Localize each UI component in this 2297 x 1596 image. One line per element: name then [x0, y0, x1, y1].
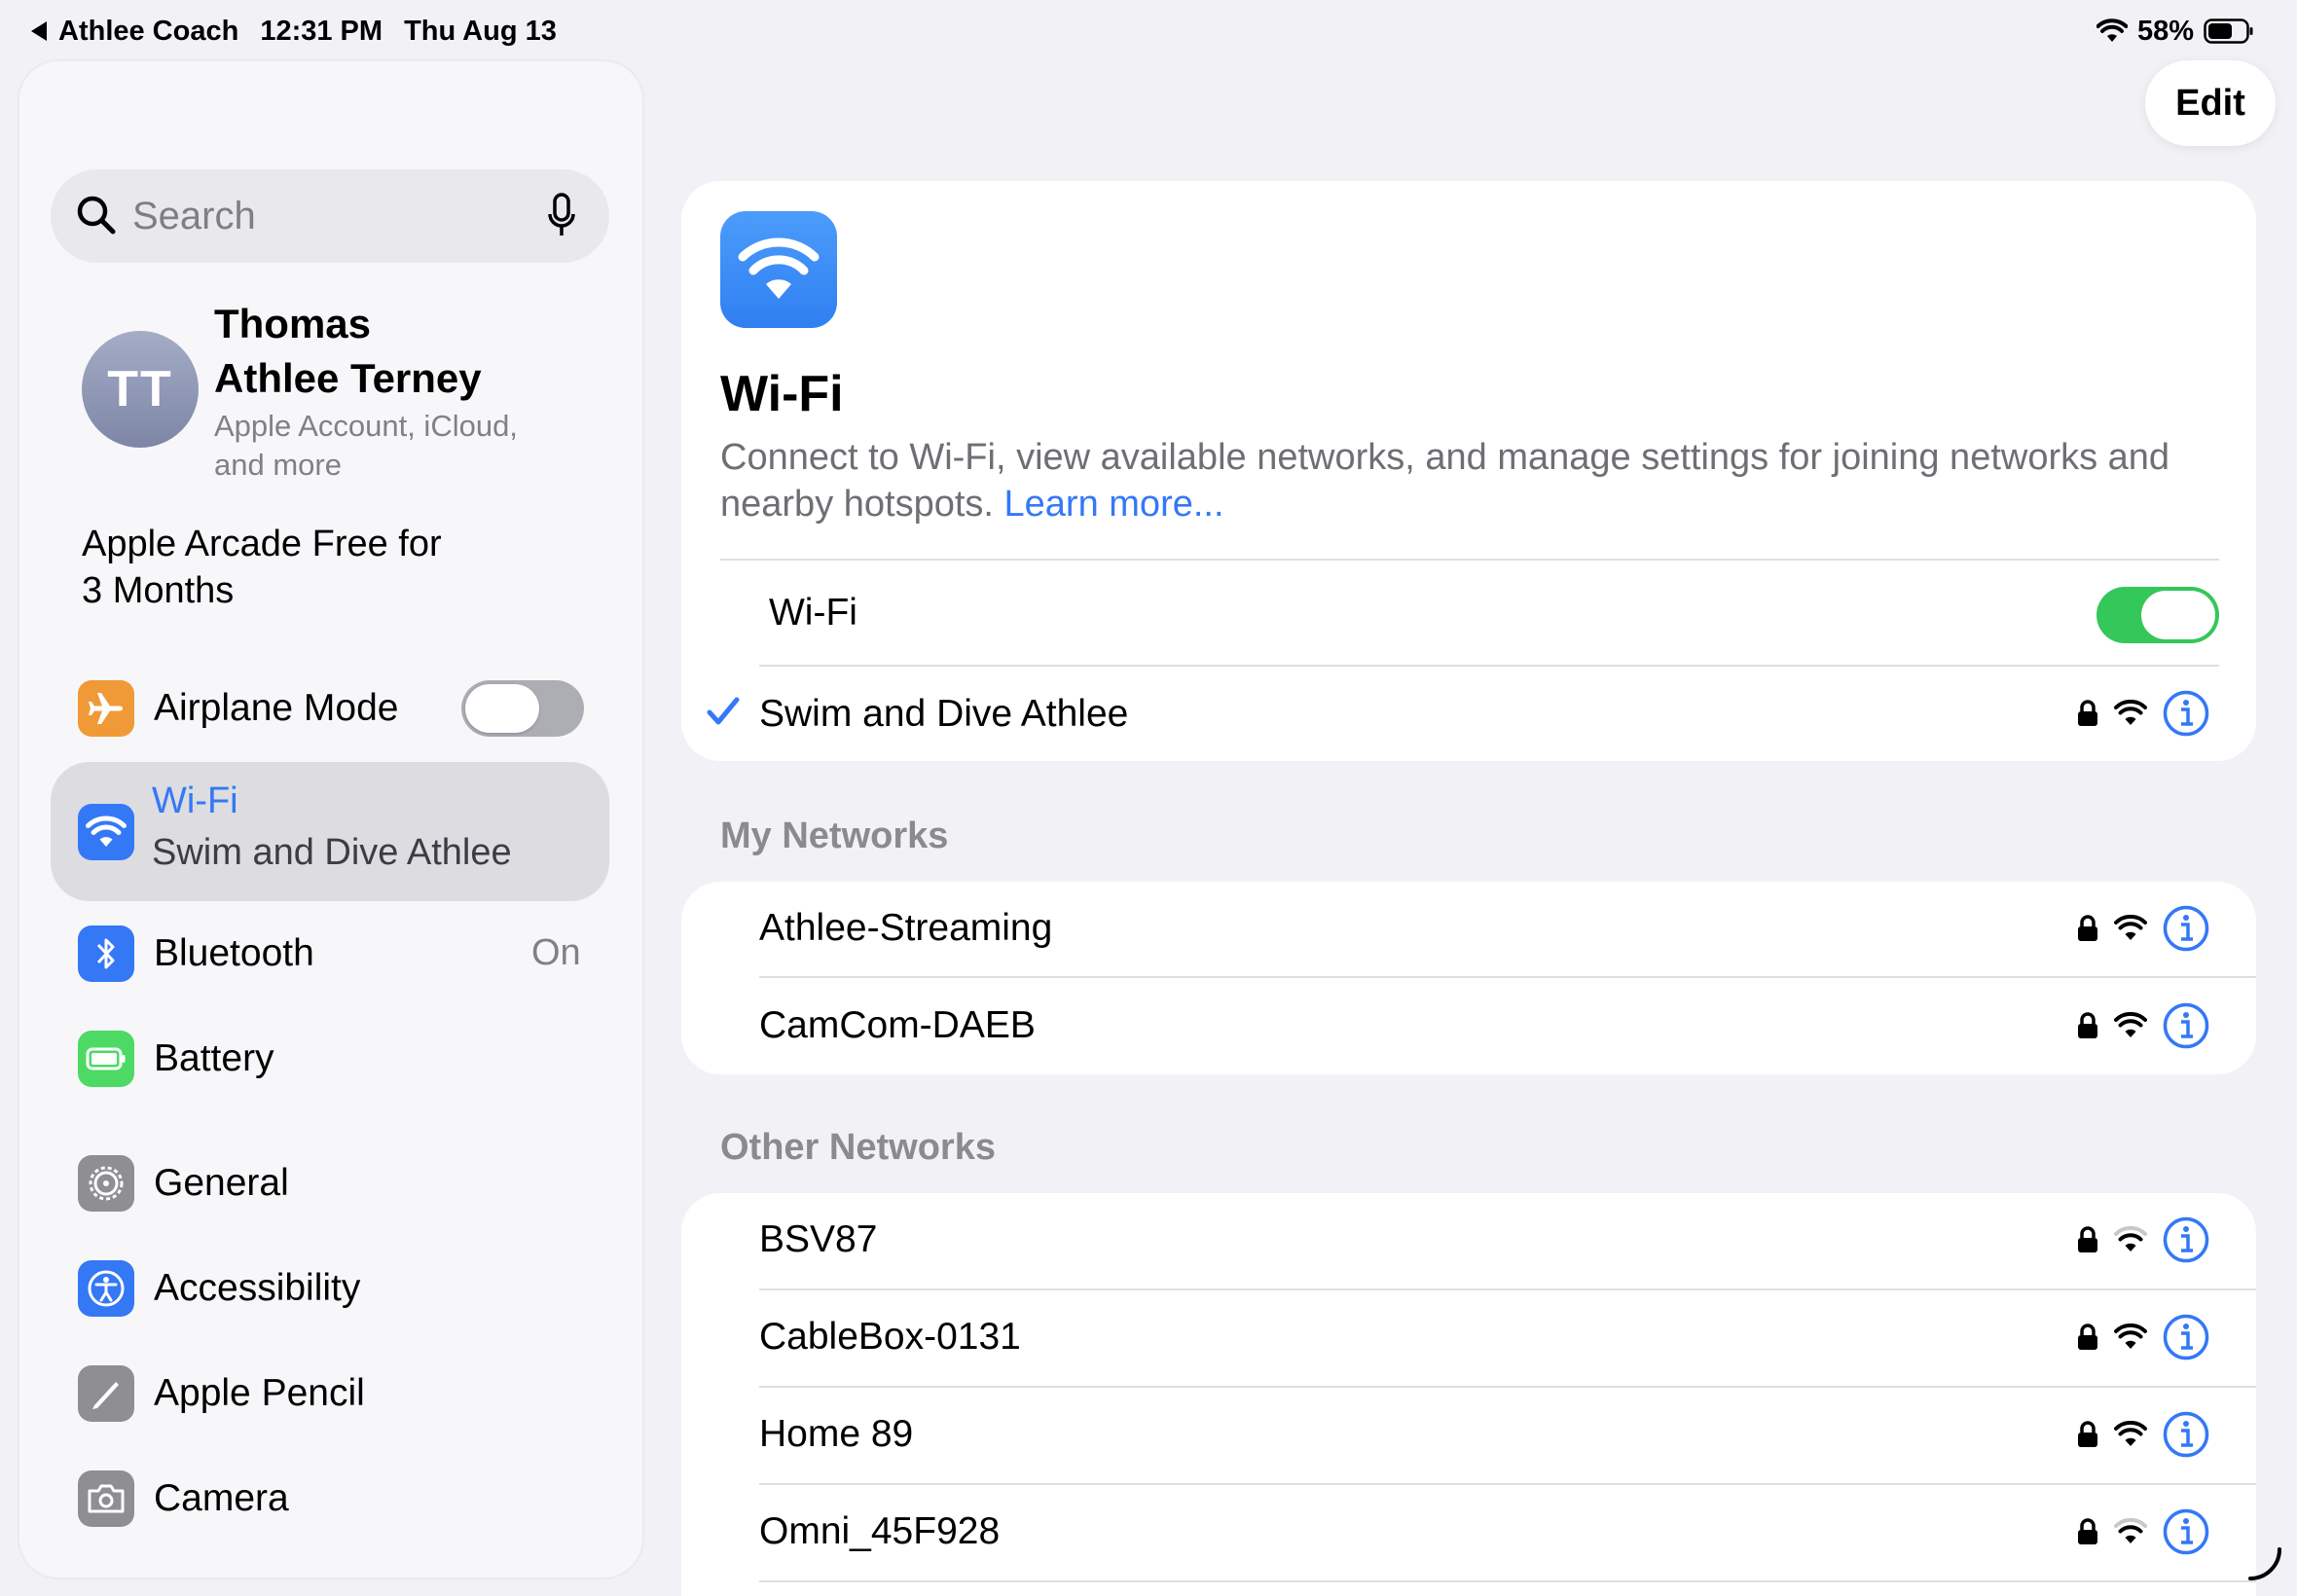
profile-subtitle: Apple Account, iCloud, and more [214, 409, 518, 482]
sidebar-item-accessibility[interactable]: Accessibility [78, 1250, 603, 1327]
apple-arcade-promo[interactable]: Apple Arcade Free for 3 Months [82, 521, 588, 614]
sidebar-item-label: General [154, 1162, 289, 1204]
network-name: Athlee-Streaming [759, 907, 1053, 949]
my-networks-header: My Networks [720, 816, 949, 856]
lock-icon [2077, 1324, 2098, 1351]
avatar[interactable]: TT [82, 331, 199, 448]
sidebar-item-camera[interactable]: Camera [78, 1460, 603, 1538]
connected-network-name: Swim and Dive Athlee [759, 693, 1129, 735]
network-icons [2077, 1314, 2209, 1360]
battery-percent: 58% [2136, 15, 2194, 47]
wifi-toggle-label: Wi-Fi [769, 592, 857, 634]
battery-status-icon [2204, 18, 2254, 44]
sidebar-item-label: Apple Pencil [154, 1372, 365, 1414]
status-bar-left: Athlee Coach 12:31 PM Thu Aug 13 [31, 12, 557, 51]
battery-icon [78, 1031, 134, 1087]
network-icons [2077, 1002, 2209, 1049]
airplane-icon [78, 680, 134, 737]
back-app-label[interactable]: Athlee Coach [58, 16, 238, 48]
network-name: BSV87 [759, 1218, 878, 1260]
wifi-icon [78, 804, 134, 860]
bluetooth-icon [78, 925, 134, 982]
microphone-icon[interactable] [547, 193, 576, 239]
page-title: Wi-Fi [720, 366, 844, 422]
network-icons [2077, 1411, 2209, 1458]
wifi-toggle[interactable] [2096, 587, 2219, 643]
info-icon[interactable] [2163, 1314, 2209, 1360]
info-icon[interactable] [2163, 690, 2209, 737]
network-name: Omni_45F928 [759, 1510, 1001, 1552]
network-name: Home 89 [759, 1413, 914, 1455]
info-icon[interactable] [2163, 1508, 2209, 1555]
sidebar-item-label: Airplane Mode [154, 687, 399, 729]
wifi-signal-icon [2114, 1518, 2147, 1545]
sidebar-item-label: Camera [154, 1477, 289, 1519]
network-name: CableBox-0131 [759, 1316, 1021, 1358]
learn-more-link[interactable]: Learn more... [1004, 484, 1224, 525]
edit-button[interactable]: Edit [2145, 60, 2276, 146]
wifi-signal-icon [2114, 1226, 2147, 1253]
profile-name[interactable]: Thomas Athlee Terney [214, 297, 603, 406]
sidebar-item-label: Battery [154, 1037, 274, 1079]
back-arrow-icon[interactable] [31, 21, 47, 41]
resize-handle-icon[interactable] [2246, 1543, 2285, 1582]
airplane-mode-toggle[interactable] [461, 680, 584, 737]
wifi-signal-icon [2114, 1421, 2147, 1448]
info-icon[interactable] [2163, 1411, 2209, 1458]
info-icon[interactable] [2163, 1216, 2209, 1263]
wifi-status-icon [2096, 18, 2128, 44]
other-networks-header: Other Networks [720, 1127, 996, 1168]
bluetooth-status: On [531, 932, 581, 973]
info-icon[interactable] [2163, 905, 2209, 952]
lock-icon [2077, 1226, 2098, 1253]
connected-network-icons [2077, 690, 2209, 737]
lock-icon [2077, 700, 2098, 727]
sidebar-item-apple-pencil[interactable]: Apple Pencil [78, 1355, 603, 1433]
checkmark-icon [707, 697, 740, 726]
wifi-icon [720, 211, 837, 328]
search-bar[interactable]: Search [51, 169, 609, 263]
sidebar-item-label: Wi-Fi [152, 780, 238, 821]
status-date: Thu Aug 13 [404, 15, 557, 47]
wifi-signal-icon [2114, 1012, 2147, 1039]
lock-icon [2077, 1421, 2098, 1448]
network-icons [2077, 905, 2209, 952]
sidebar-item-value: Swim and Dive Athlee [152, 832, 512, 873]
camera-icon [78, 1470, 134, 1527]
network-icons [2077, 1216, 2209, 1263]
wifi-signal-icon [2114, 1324, 2147, 1351]
network-row[interactable] [681, 1193, 2256, 1288]
gear-icon [78, 1155, 134, 1212]
sidebar-item-general[interactable]: General [78, 1144, 603, 1222]
network-icons [2077, 1508, 2209, 1555]
network-row[interactable] [681, 1388, 2256, 1483]
info-icon[interactable] [2163, 1002, 2209, 1049]
lock-icon [2077, 1012, 2098, 1039]
page-description: Connect to Wi-Fi, view available network… [720, 437, 2170, 525]
sidebar-item-label: Bluetooth [154, 932, 314, 974]
search-input[interactable]: Search [132, 169, 256, 263]
accessibility-icon [78, 1260, 134, 1317]
search-icon [76, 195, 117, 236]
wifi-signal-icon [2114, 915, 2147, 942]
sidebar-item-label: Accessibility [154, 1267, 361, 1309]
pencil-icon [78, 1365, 134, 1422]
sidebar-item-bluetooth[interactable]: Bluetooth [78, 915, 603, 993]
status-bar-right: 58% [2096, 12, 2254, 51]
sidebar-item-battery[interactable]: Battery [78, 1020, 603, 1098]
lock-icon [2077, 1518, 2098, 1545]
status-time: 12:31 PM [260, 15, 383, 47]
lock-icon [2077, 915, 2098, 942]
wifi-signal-icon [2114, 700, 2147, 727]
network-name: CamCom-DAEB [759, 1004, 1036, 1046]
